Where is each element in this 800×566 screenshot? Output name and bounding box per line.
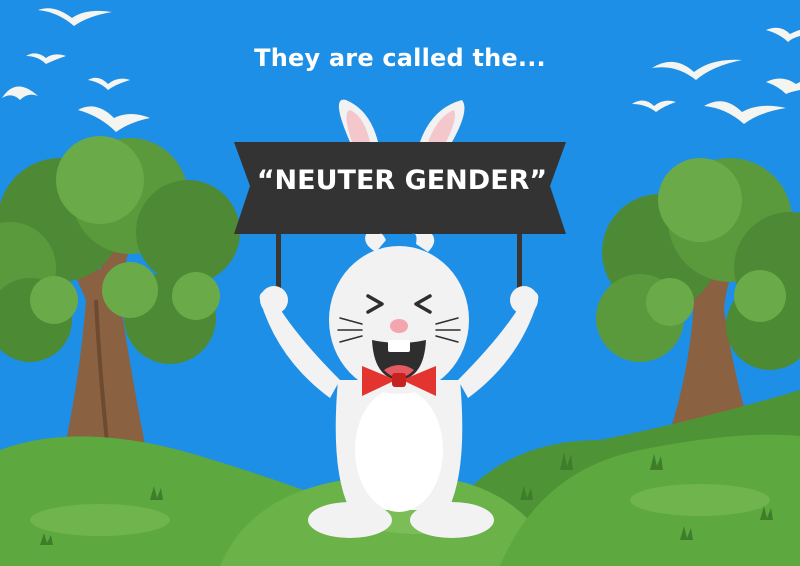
bunny-foot-left: [308, 502, 392, 538]
bunny-nose: [390, 319, 408, 333]
headline: They are called the...: [254, 44, 546, 72]
banner-text: “NEUTER GENDER”: [256, 165, 548, 196]
illustration-scene: [0, 0, 800, 566]
bunny-foot-right: [410, 502, 494, 538]
